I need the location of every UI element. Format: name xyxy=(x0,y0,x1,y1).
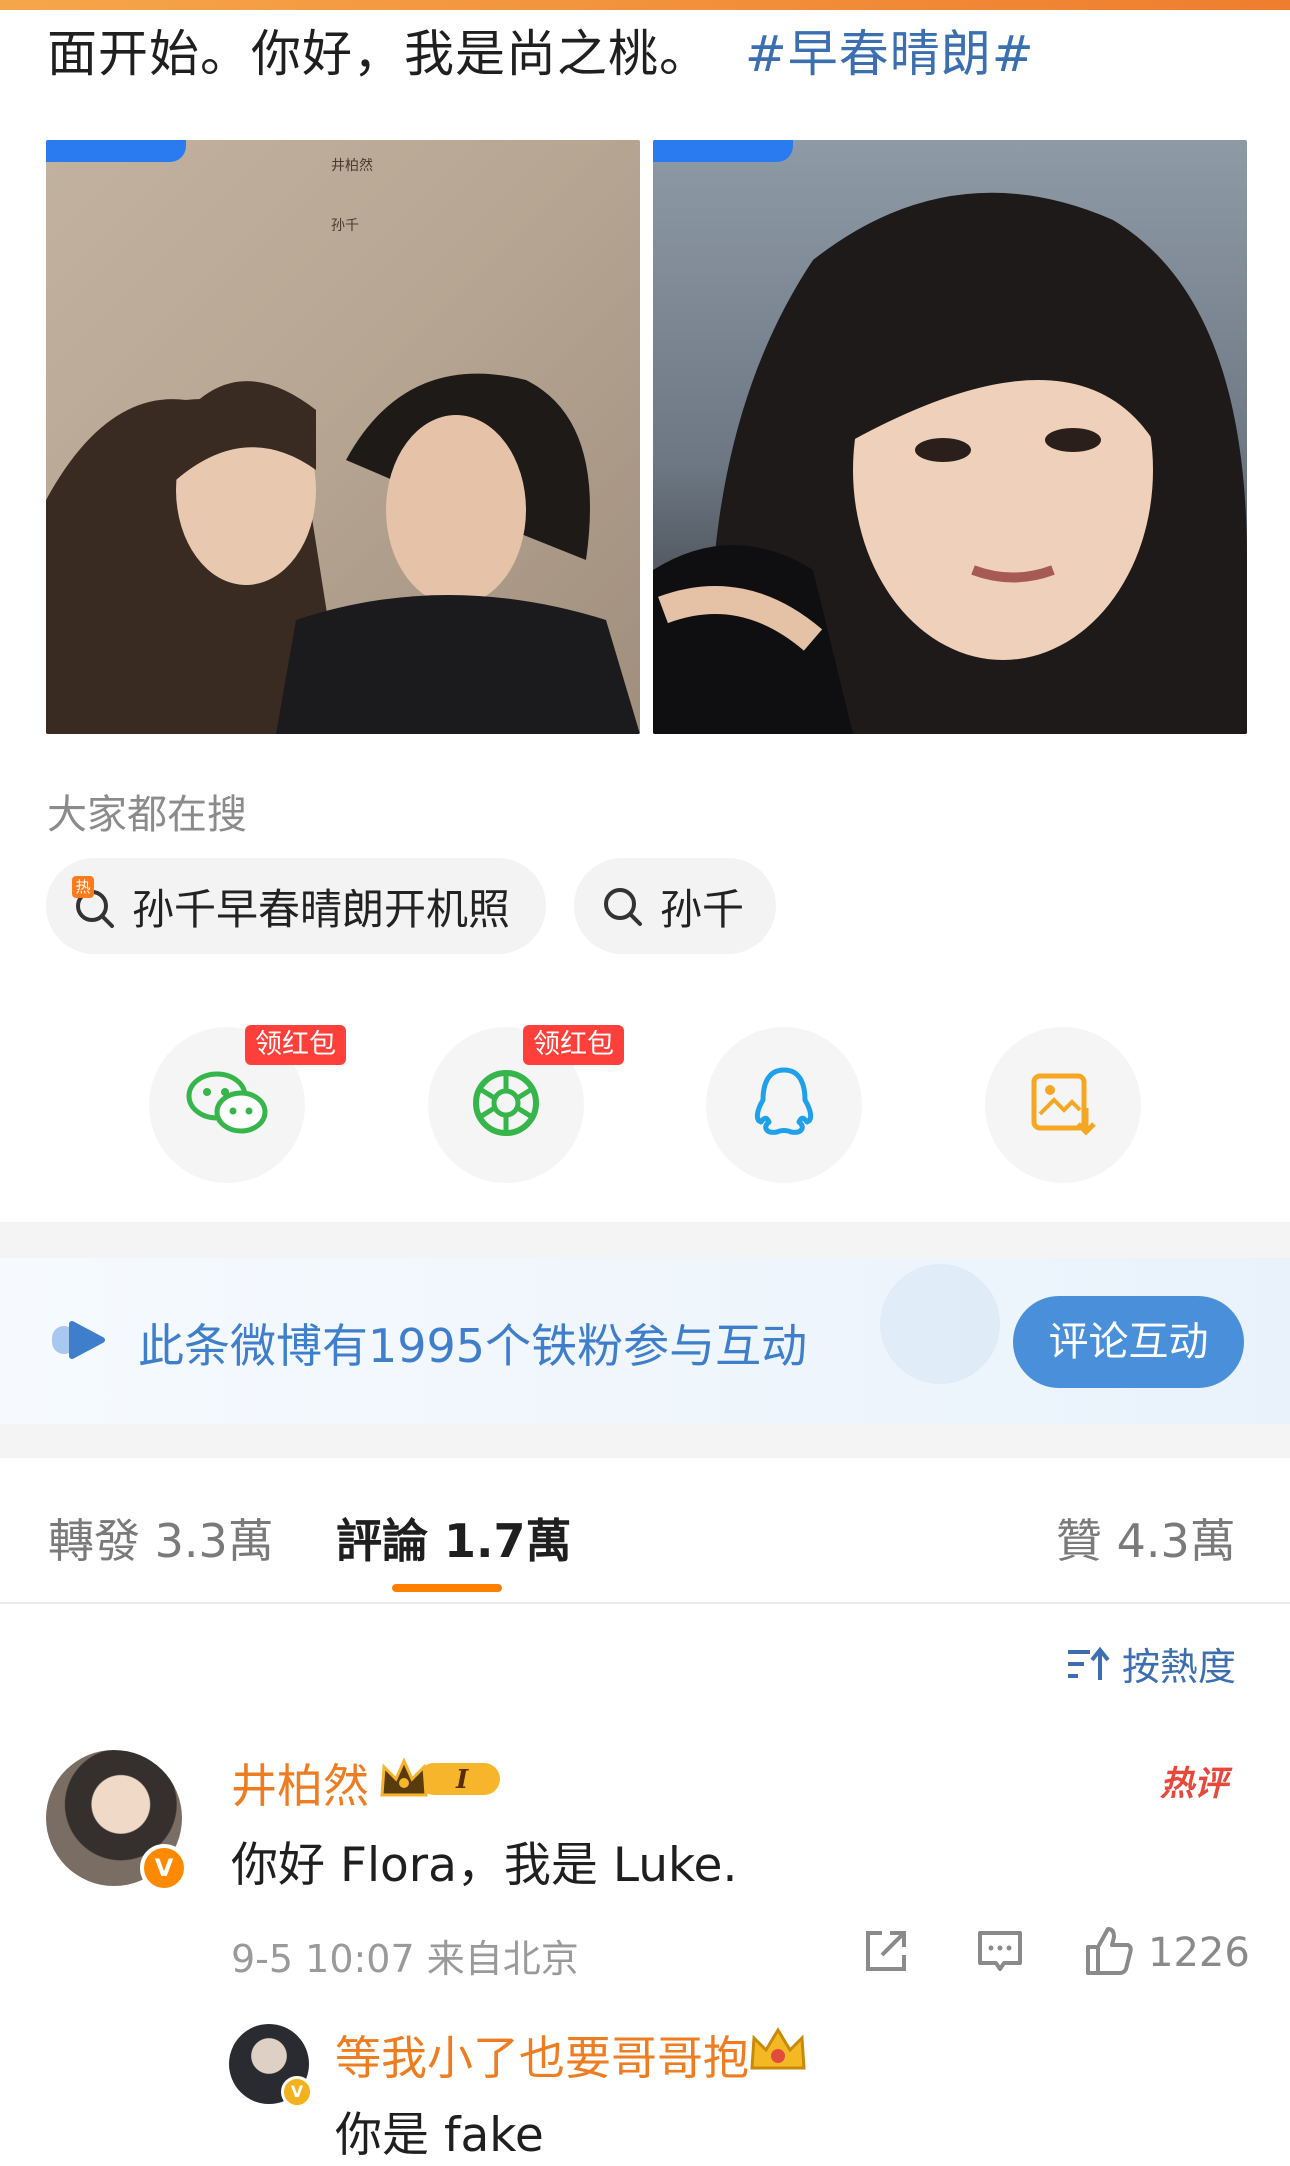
comment-username[interactable]: 井柏然 xyxy=(231,1750,369,1816)
comment-interact-button[interactable]: 评论互动 xyxy=(1013,1296,1244,1388)
photo-source-badge xyxy=(653,140,793,162)
comment-bubble-icon xyxy=(974,1925,1026,1981)
top-accent-strip xyxy=(0,0,1290,10)
thumbs-up-icon xyxy=(1082,1925,1136,1981)
photo-1-illustration: 井柏然 孙千 xyxy=(46,140,640,734)
reply-text: 你是 fake xyxy=(335,2108,544,2163)
vip-level-text: I xyxy=(455,1765,469,1795)
red-packet-badge: 领红包 xyxy=(245,1025,346,1065)
svg-text:孙千: 孙千 xyxy=(331,218,359,234)
trending-search-title: 大家都在搜 xyxy=(47,792,247,838)
search-icon xyxy=(602,884,646,928)
comment-like-button[interactable]: 1226 xyxy=(1082,1925,1250,1981)
sort-label: 按熱度 xyxy=(1122,1645,1237,1689)
fan-logo-icon xyxy=(50,1318,114,1366)
photo-2-illustration xyxy=(653,192,1247,734)
sort-icon xyxy=(1066,1646,1110,1682)
comment-text: 你好 Flora，我是 Luke. xyxy=(231,1838,738,1893)
comment-share-button[interactable] xyxy=(860,1925,912,1981)
section-divider xyxy=(0,1222,1290,1258)
vip-crown-badge: I xyxy=(378,1755,504,1807)
tab-like[interactable]: 贊 4.3萬 xyxy=(1056,1505,1236,1571)
post-body: 面开始。你好，我是尚之桃。 xyxy=(47,25,710,83)
trending-chip-label: 孙千 xyxy=(660,884,745,934)
hashtag-link[interactable]: #早春晴朗# xyxy=(745,25,1035,83)
hot-mini-badge: 热 xyxy=(72,876,94,898)
comment-reply-button[interactable] xyxy=(974,1925,1026,1981)
sort-by-heat-button[interactable]: 按熱度 xyxy=(1066,1636,1236,1691)
banner-decoration xyxy=(880,1264,1000,1384)
trending-chip-label: 孙千早春晴朗开机照 xyxy=(132,884,511,934)
moments-icon xyxy=(470,1067,542,1143)
post-photo-2[interactable] xyxy=(653,140,1247,734)
save-image-button[interactable] xyxy=(985,1027,1141,1183)
fan-interaction-text: 此条微博有1995个铁粉参与互动 xyxy=(138,1319,808,1373)
tab-comment[interactable]: 評論 1.7萬 xyxy=(336,1505,572,1571)
verified-badge: V xyxy=(140,1844,188,1892)
wechat-icon xyxy=(185,1068,269,1142)
post-text: 面开始。你好，我是尚之桃。 #早春晴朗# xyxy=(47,22,1247,86)
photo-source-badge xyxy=(46,140,186,162)
svg-text:井柏然: 井柏然 xyxy=(331,157,373,174)
comment-meta: 9-5 10:07 来自北京 xyxy=(231,1937,579,1981)
save-image-icon xyxy=(1028,1068,1098,1142)
like-count: 1226 xyxy=(1148,1930,1250,1976)
tab-repost[interactable]: 轉發 3.3萬 xyxy=(48,1505,274,1571)
hot-comment-tag: 热评 xyxy=(1160,1764,1228,1804)
share-qq-button[interactable] xyxy=(706,1027,862,1183)
post-photo-1[interactable]: 井柏然 孙千 xyxy=(46,140,640,734)
tab-divider xyxy=(0,1602,1290,1604)
red-packet-badge: 领红包 xyxy=(523,1025,624,1065)
crown-icon xyxy=(746,2024,810,2080)
trending-chip-2[interactable]: 孙千 xyxy=(574,858,776,954)
share-out-icon xyxy=(860,1925,912,1981)
trending-chip-1[interactable]: 孙千早春晴朗开机照 xyxy=(46,858,546,954)
active-tab-indicator xyxy=(392,1584,502,1592)
verified-badge: V xyxy=(281,2076,313,2108)
qq-icon xyxy=(751,1066,817,1144)
reply-username[interactable]: 等我小了也要哥哥抱 xyxy=(335,2022,749,2088)
section-divider xyxy=(0,1424,1290,1458)
